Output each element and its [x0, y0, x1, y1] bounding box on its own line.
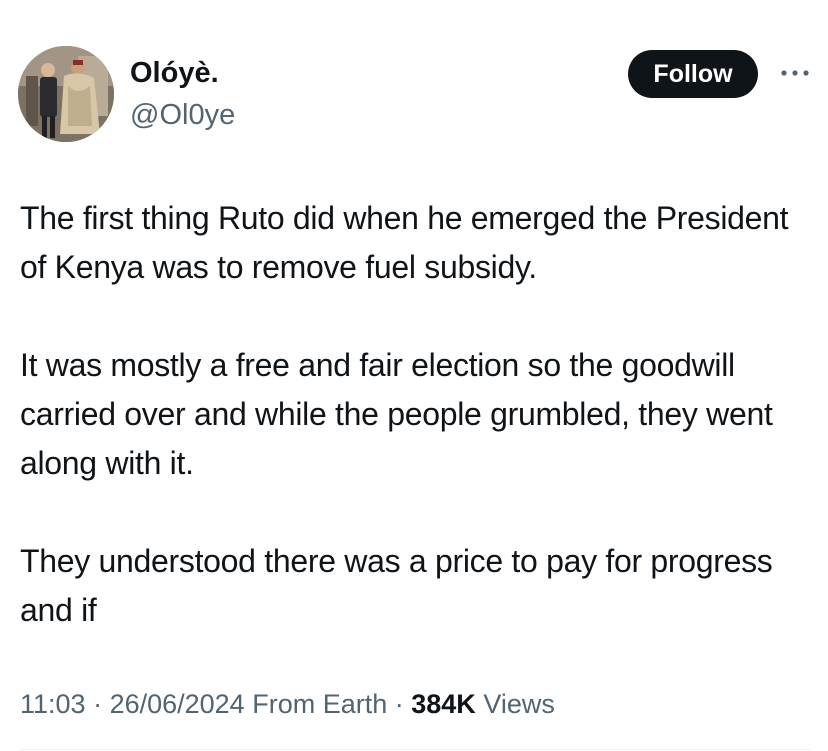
author-display-name[interactable]: Olóyè.: [130, 56, 219, 90]
meta-separator: ·: [85, 689, 110, 719]
tweet-source: From Earth: [252, 689, 388, 719]
tweet-text: The first thing Ruto did when he emerged…: [20, 194, 810, 635]
tweet-paragraph: They understood there was a price to pay…: [20, 543, 773, 628]
views-label: Views: [483, 689, 555, 719]
tweet-paragraph: The first thing Ruto did when he emerged…: [20, 200, 789, 285]
tweet-paragraph: It was mostly a free and fair election s…: [20, 347, 773, 481]
meta-separator: ·: [387, 689, 412, 719]
tweet-date[interactable]: 26/06/2024: [110, 689, 245, 719]
profile-photo-icon: [18, 46, 114, 142]
tweet-time[interactable]: 11:03: [20, 689, 86, 719]
tweet-card: Olóyè. @Ol0ye Follow The first thing Rut…: [0, 0, 828, 751]
more-horizontal-icon[interactable]: [777, 62, 813, 84]
author-handle[interactable]: @Ol0ye: [130, 98, 235, 132]
follow-button[interactable]: Follow: [628, 50, 758, 98]
tweet-metadata: 11:03 · 26/06/2024 From Earth · 384K Vie…: [20, 686, 555, 722]
divider: [20, 749, 810, 750]
avatar[interactable]: [18, 46, 114, 142]
views-count: 384K: [411, 689, 476, 719]
